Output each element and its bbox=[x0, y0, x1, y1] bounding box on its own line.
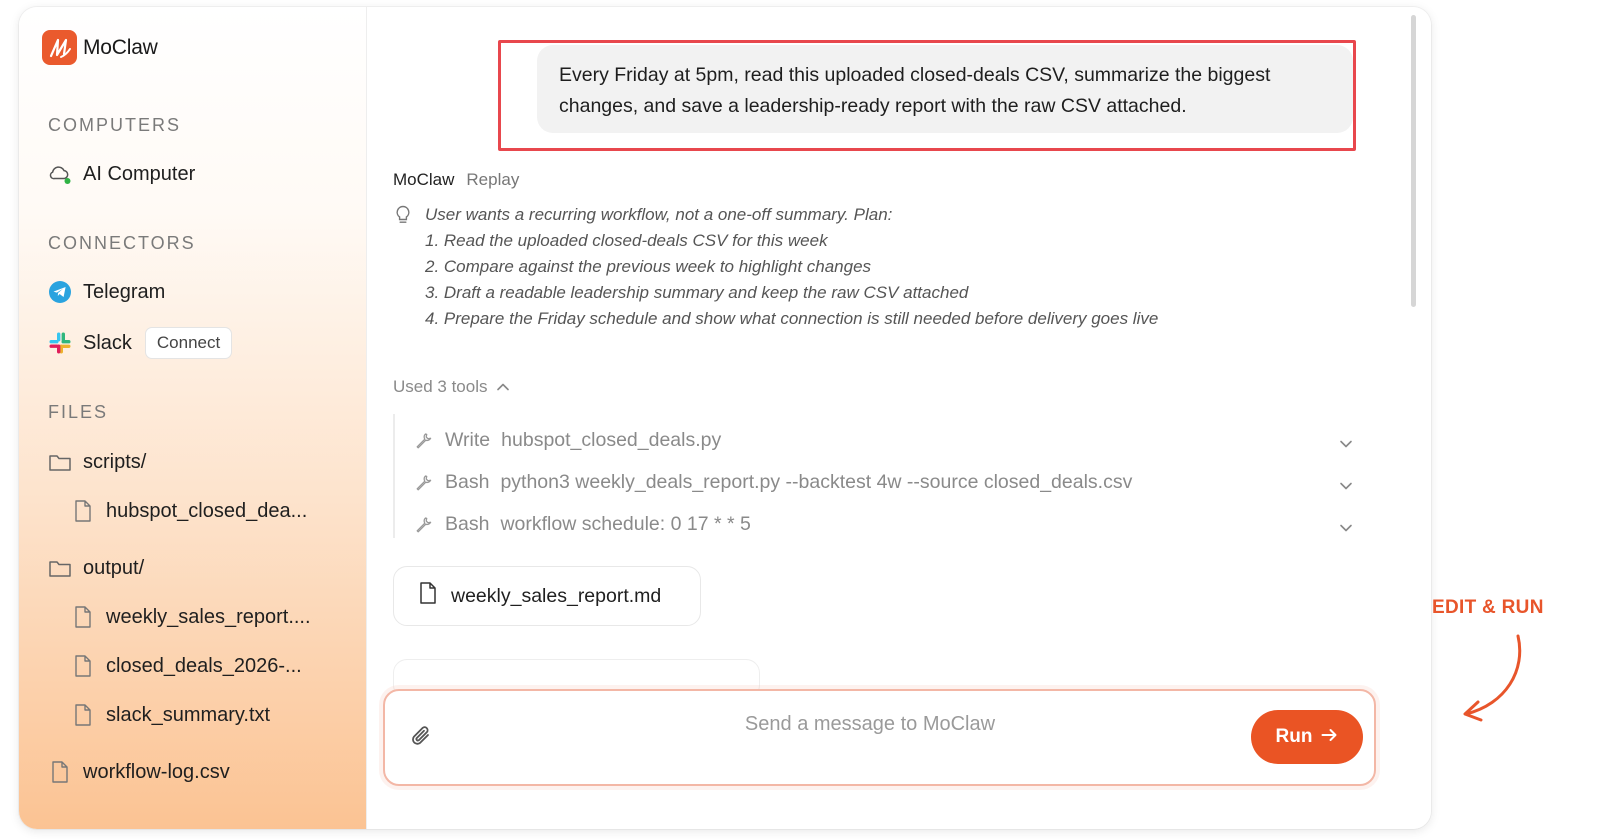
tool-name: Bash bbox=[445, 512, 490, 535]
sidebar-item-label: AI Computer bbox=[83, 162, 196, 185]
attachment-card[interactable]: weekly_sales_report.md bbox=[393, 566, 701, 626]
agent-header: MoClaw Replay bbox=[393, 170, 519, 190]
tool-call-row[interactable]: Bash workflow schedule: 0 17 * * 5 bbox=[415, 504, 1355, 544]
file-icon bbox=[71, 654, 95, 678]
slack-icon bbox=[48, 331, 72, 355]
telegram-icon bbox=[48, 280, 72, 304]
chevron-down-icon bbox=[1339, 432, 1353, 455]
chevron-up-icon bbox=[496, 377, 510, 397]
file-tree-file-slack-summary[interactable]: slack_summary.txt bbox=[71, 703, 270, 727]
file-icon bbox=[48, 760, 72, 784]
plan-step: 1. Read the uploaded closed-deals CSV fo… bbox=[425, 231, 828, 250]
app-window: MoClaw COMPUTERS AI Computer CONNECTORS … bbox=[19, 7, 1431, 829]
wrench-icon bbox=[415, 432, 433, 449]
tool-name: Bash bbox=[445, 470, 490, 493]
file-icon bbox=[418, 581, 438, 611]
tool-name: Write bbox=[445, 428, 491, 451]
scrollbar[interactable] bbox=[1411, 15, 1416, 307]
tool-call-row[interactable]: Write hubspot_closed_deals.py bbox=[415, 420, 1355, 460]
moclaw-logo-icon bbox=[42, 30, 77, 65]
section-label-files: FILES bbox=[48, 402, 109, 422]
agent-plan: User wants a recurring workflow, not a o… bbox=[395, 202, 1295, 332]
sidebar-item-telegram[interactable]: Telegram bbox=[48, 280, 165, 304]
file-tree-label: scripts/ bbox=[83, 450, 147, 473]
paperclip-icon[interactable] bbox=[409, 723, 435, 756]
file-tree-label: slack_summary.txt bbox=[106, 703, 271, 726]
plan-intro: User wants a recurring workflow, not a o… bbox=[425, 205, 893, 224]
sidebar-item-label: Telegram bbox=[83, 280, 166, 303]
arrow-right-icon bbox=[1321, 726, 1338, 748]
run-button-label: Run bbox=[1275, 726, 1313, 747]
file-tree-label: workflow-log.csv bbox=[83, 760, 230, 783]
file-tree-folder-output[interactable]: output/ bbox=[48, 556, 144, 580]
file-icon bbox=[71, 703, 95, 727]
file-tree-folder-scripts[interactable]: scripts/ bbox=[48, 450, 146, 474]
file-icon bbox=[71, 499, 95, 523]
tools-toggle[interactable]: Used 3 tools bbox=[393, 377, 510, 397]
chevron-down-icon bbox=[1339, 516, 1353, 539]
sidebar-item-label: Slack bbox=[83, 331, 132, 354]
file-tree-file-closed-deals[interactable]: closed_deals_2026-... bbox=[71, 654, 302, 678]
app-name: MoClaw bbox=[83, 35, 158, 59]
chat-panel: Every Friday at 5pm, read this uploaded … bbox=[368, 7, 1431, 829]
file-tree-label: hubspot_closed_dea... bbox=[106, 499, 308, 522]
file-tree-label: closed_deals_2026-... bbox=[106, 654, 302, 677]
wrench-icon bbox=[415, 516, 433, 533]
file-tree-file-hubspot[interactable]: hubspot_closed_dea... bbox=[71, 499, 307, 523]
slack-connect-button[interactable]: Connect bbox=[144, 327, 233, 359]
file-tree-label: output/ bbox=[83, 556, 145, 579]
folder-icon bbox=[48, 556, 72, 580]
run-button[interactable]: Run bbox=[1251, 710, 1363, 764]
plan-step: 4. Prepare the Friday schedule and show … bbox=[425, 309, 1159, 328]
replay-link[interactable]: Replay bbox=[466, 170, 519, 190]
tool-list: Write hubspot_closed_deals.py Bash pytho… bbox=[393, 414, 1353, 538]
attachment-name: weekly_sales_report.md bbox=[451, 584, 662, 607]
app-logo[interactable]: MoClaw bbox=[42, 30, 158, 65]
highlight-box bbox=[498, 40, 1356, 151]
section-label-connectors: CONNECTORS bbox=[48, 233, 196, 253]
tool-detail: workflow schedule: 0 17 * * 5 bbox=[500, 512, 751, 535]
wrench-icon bbox=[415, 474, 433, 491]
message-input[interactable] bbox=[455, 709, 1285, 739]
annotation-arrow-icon bbox=[1463, 634, 1522, 722]
sidebar: MoClaw COMPUTERS AI Computer CONNECTORS … bbox=[19, 7, 367, 829]
file-tree-label: weekly_sales_report.... bbox=[106, 605, 311, 628]
section-label-computers: COMPUTERS bbox=[48, 115, 182, 135]
lightbulb-icon bbox=[395, 205, 411, 233]
file-tree-file-workflow-log[interactable]: workflow-log.csv bbox=[48, 760, 230, 784]
chevron-down-icon bbox=[1339, 474, 1353, 497]
tool-detail: hubspot_closed_deals.py bbox=[501, 428, 722, 451]
agent-name: MoClaw bbox=[393, 170, 455, 189]
tools-toggle-label: Used 3 tools bbox=[393, 377, 488, 396]
sidebar-item-slack[interactable]: Slack Connect bbox=[48, 327, 233, 359]
plan-step: 3. Draft a readable leadership summary a… bbox=[425, 283, 969, 302]
plan-step: 2. Compare against the previous week to … bbox=[425, 257, 872, 276]
annotation-label: EDIT & RUN bbox=[1432, 597, 1544, 618]
tool-detail: python3 weekly_deals_report.py --backtes… bbox=[500, 470, 1133, 493]
tool-call-row[interactable]: Bash python3 weekly_deals_report.py --ba… bbox=[415, 462, 1355, 502]
file-icon bbox=[71, 605, 95, 629]
file-tree-file-weekly-report[interactable]: weekly_sales_report.... bbox=[71, 605, 311, 629]
sidebar-item-ai-computer[interactable]: AI Computer bbox=[48, 162, 195, 186]
message-composer: Run bbox=[383, 689, 1376, 786]
cloud-icon bbox=[48, 162, 72, 186]
folder-icon bbox=[48, 450, 72, 474]
